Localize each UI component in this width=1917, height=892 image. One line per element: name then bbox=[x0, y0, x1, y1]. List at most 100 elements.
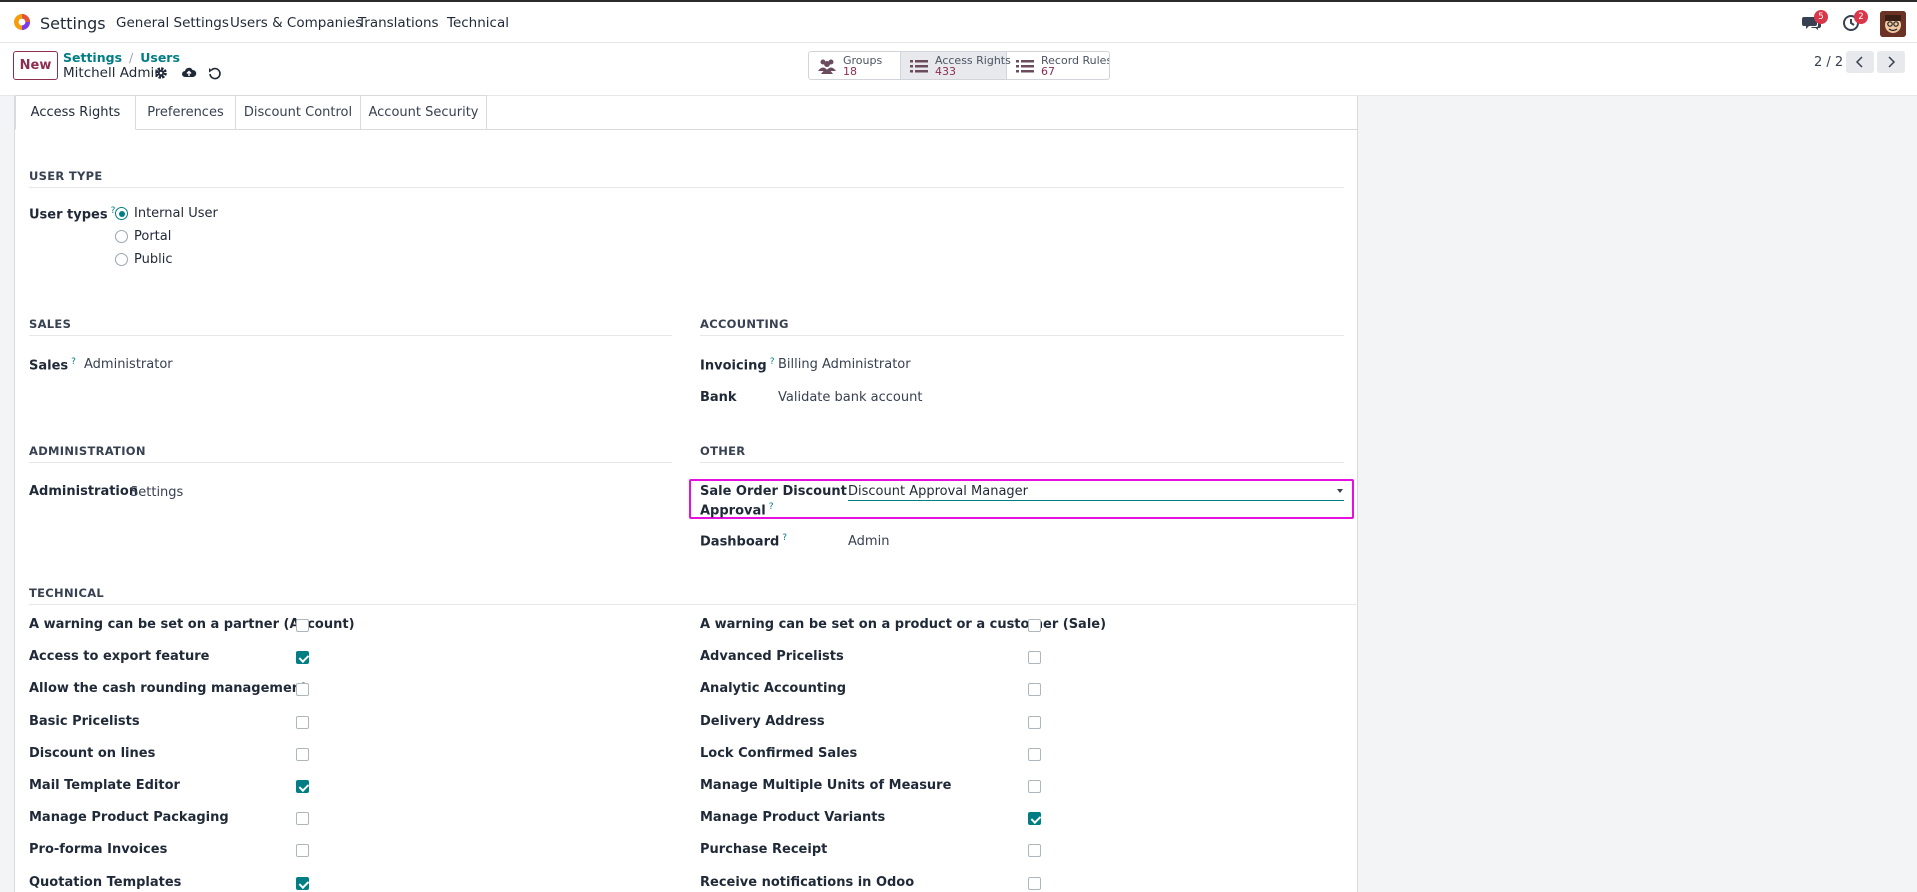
technical-option-label: Advanced Pricelists bbox=[700, 649, 844, 664]
tab-discount-control[interactable]: Discount Control bbox=[236, 95, 361, 130]
section-user-type: USER TYPE bbox=[29, 169, 1344, 188]
technical-option-checkbox[interactable] bbox=[296, 619, 309, 632]
technical-option-checkbox[interactable] bbox=[296, 877, 309, 890]
technical-option-checkbox[interactable] bbox=[296, 651, 309, 664]
menu-translations[interactable]: Translations bbox=[358, 15, 439, 31]
technical-option-checkbox[interactable] bbox=[296, 748, 309, 761]
section-accounting: ACCOUNTING bbox=[700, 317, 1344, 336]
invoicing-value[interactable]: Billing Administrator bbox=[778, 357, 911, 372]
notebook-tabs: Access Rights Preferences Discount Contr… bbox=[15, 95, 487, 130]
technical-option-checkbox[interactable] bbox=[296, 683, 309, 696]
administration-value[interactable]: Settings bbox=[130, 485, 183, 500]
user-avatar[interactable] bbox=[1880, 11, 1906, 37]
app-title[interactable]: Settings bbox=[40, 14, 106, 33]
technical-option-label: A warning can be set on a product or a c… bbox=[700, 617, 1107, 632]
list-icon bbox=[910, 59, 928, 72]
pager-next-button[interactable] bbox=[1877, 51, 1905, 73]
groups-stat-button[interactable]: Groups 18 bbox=[809, 52, 901, 79]
technical-option-label: Analytic Accounting bbox=[700, 681, 847, 696]
radio-label-public[interactable]: Public bbox=[134, 252, 172, 267]
dashboard-label: Dashboard? bbox=[700, 533, 788, 550]
breadcrumb-settings[interactable]: Settings bbox=[63, 50, 122, 65]
technical-option-checkbox[interactable] bbox=[1028, 716, 1041, 729]
technical-option-checkbox[interactable] bbox=[296, 812, 309, 825]
record-rules-count: 67 bbox=[1041, 64, 1055, 78]
technical-option-checkbox[interactable] bbox=[296, 716, 309, 729]
tab-access-rights[interactable]: Access Rights bbox=[15, 95, 136, 130]
messages-count-badge: 5 bbox=[1814, 10, 1828, 24]
radio-internal-user[interactable] bbox=[115, 207, 128, 220]
pager-previous-button[interactable] bbox=[1846, 51, 1874, 73]
app-logo-icon[interactable] bbox=[13, 13, 31, 31]
breadcrumb: Settings / Users bbox=[63, 50, 180, 65]
avatar-face-icon bbox=[1880, 11, 1906, 37]
invoicing-label: Invoicing? bbox=[700, 357, 775, 374]
technical-option-checkbox[interactable] bbox=[1028, 619, 1041, 632]
discard-undo-icon[interactable] bbox=[207, 65, 223, 81]
messages-button[interactable]: 5 bbox=[1802, 10, 1828, 32]
technical-option-checkbox[interactable] bbox=[1028, 780, 1041, 793]
radio-label-internal-user[interactable]: Internal User bbox=[134, 206, 218, 221]
technical-option-label: Delivery Address bbox=[700, 714, 825, 729]
dashboard-value[interactable]: Admin bbox=[848, 534, 889, 549]
groups-count: 18 bbox=[843, 64, 857, 78]
gear-icon[interactable] bbox=[153, 65, 169, 81]
activities-count-badge: 2 bbox=[1854, 10, 1868, 24]
radio-portal[interactable] bbox=[115, 230, 128, 243]
chevron-left-icon bbox=[1855, 56, 1863, 68]
caret-down-icon[interactable] bbox=[1337, 489, 1343, 493]
user-types-label: User types? bbox=[29, 206, 116, 223]
new-button[interactable]: New bbox=[13, 51, 58, 80]
technical-option-checkbox[interactable] bbox=[296, 844, 309, 857]
help-tooltip-icon[interactable]: ? bbox=[782, 533, 787, 543]
technical-option-label: Mail Template Editor bbox=[29, 778, 180, 793]
record-title: Mitchell Admin bbox=[63, 65, 163, 81]
tab-preferences[interactable]: Preferences bbox=[136, 95, 236, 130]
technical-option-checkbox[interactable] bbox=[1028, 877, 1041, 890]
help-tooltip-icon[interactable]: ? bbox=[769, 502, 774, 512]
radio-label-portal[interactable]: Portal bbox=[134, 229, 171, 244]
access-rights-stat-button[interactable]: Access Rights 433 bbox=[901, 52, 1011, 79]
discount-approval-select[interactable]: Discount Approval Manager bbox=[848, 484, 1344, 501]
technical-option-checkbox[interactable] bbox=[1028, 651, 1041, 664]
technical-option-checkbox[interactable] bbox=[1028, 748, 1041, 761]
sales-value[interactable]: Administrator bbox=[84, 357, 173, 372]
sales-label: Sales? bbox=[29, 357, 76, 374]
technical-option-label: Manage Multiple Units of Measure bbox=[700, 778, 952, 793]
technical-option-checkbox[interactable] bbox=[1028, 812, 1041, 825]
help-tooltip-icon[interactable]: ? bbox=[71, 357, 76, 367]
tab-account-security[interactable]: Account Security bbox=[361, 95, 487, 130]
chevron-right-icon bbox=[1888, 56, 1896, 68]
menu-technical[interactable]: Technical bbox=[447, 15, 509, 31]
activities-button[interactable]: 2 bbox=[1842, 10, 1868, 32]
discount-approval-label-line1: Sale Order Discount bbox=[700, 484, 847, 499]
section-other: OTHER bbox=[700, 444, 1344, 463]
section-sales: SALES bbox=[29, 317, 672, 336]
access-rights-count: 433 bbox=[935, 64, 956, 78]
technical-option-label: Discount on lines bbox=[29, 746, 156, 761]
technical-option-label: Manage Product Variants bbox=[700, 810, 886, 825]
users-icon bbox=[818, 59, 836, 74]
breadcrumb-users[interactable]: Users bbox=[140, 50, 180, 65]
bank-value[interactable]: Validate bank account bbox=[778, 390, 922, 405]
section-administration: ADMINISTRATION bbox=[29, 444, 672, 463]
menu-general-settings[interactable]: General Settings bbox=[116, 15, 229, 31]
record-rules-stat-button[interactable]: Record Rules 67 bbox=[1007, 52, 1109, 79]
cloud-upload-icon[interactable] bbox=[181, 65, 197, 81]
bank-label: Bank bbox=[700, 390, 737, 405]
help-tooltip-icon[interactable]: ? bbox=[770, 357, 775, 367]
technical-option-label: Lock Confirmed Sales bbox=[700, 746, 858, 761]
technical-option-checkbox[interactable] bbox=[1028, 844, 1041, 857]
technical-option-checkbox[interactable] bbox=[296, 780, 309, 793]
technical-option-label: Pro-forma Invoices bbox=[29, 842, 168, 857]
pager-value[interactable]: 2 / 2 bbox=[1814, 55, 1843, 70]
technical-option-label: Quotation Templates bbox=[29, 875, 182, 890]
technical-option-checkbox[interactable] bbox=[1028, 683, 1041, 696]
technical-option-label: Purchase Receipt bbox=[700, 842, 828, 857]
radio-public[interactable] bbox=[115, 253, 128, 266]
menu-users-companies[interactable]: Users & Companies bbox=[230, 15, 362, 31]
technical-option-label: Manage Product Packaging bbox=[29, 810, 229, 825]
discount-approval-value: Discount Approval Manager bbox=[848, 484, 1029, 499]
list-icon bbox=[1016, 59, 1034, 72]
discount-approval-label-line2: Approval? bbox=[700, 502, 774, 519]
